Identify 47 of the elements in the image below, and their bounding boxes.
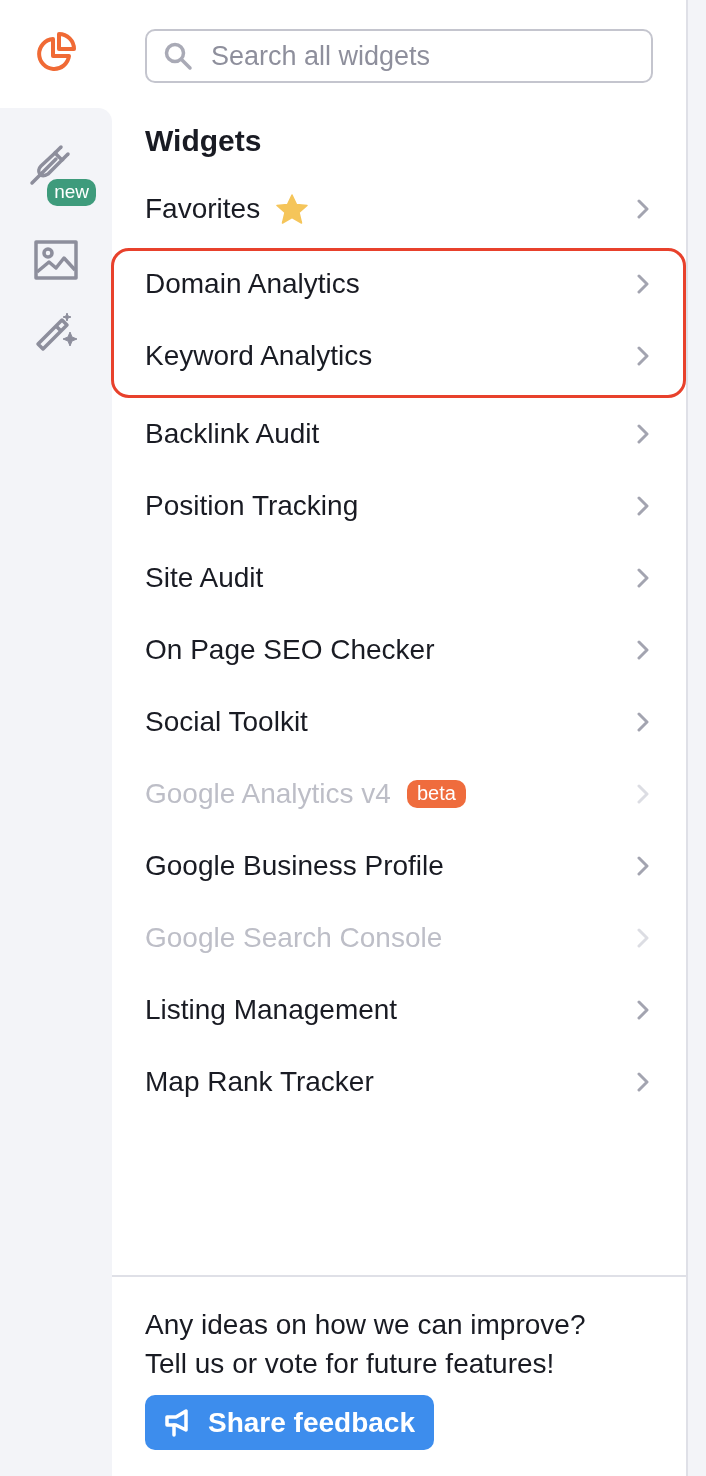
widget-category-item[interactable]: Favorites: [112, 173, 686, 245]
item-label: Map Rank Tracker: [145, 1066, 374, 1098]
widget-category-item[interactable]: Position Tracking: [112, 470, 686, 542]
item-label: Position Tracking: [145, 490, 359, 522]
chevron-right-icon: [637, 640, 649, 660]
item-label: Domain Analytics: [145, 268, 360, 300]
chevron-right-icon: [637, 199, 649, 219]
chevron-right-icon: [637, 928, 649, 948]
chevron-right-icon: [637, 1000, 649, 1020]
feedback-prompt: Any ideas on how we can improve? Tell us or vote for future features!: [145, 1308, 587, 1381]
widget-category-item[interactable]: Google Business Profile: [112, 830, 686, 902]
chevron-right-icon: [637, 1072, 649, 1092]
item-label: Keyword Analytics: [145, 340, 373, 372]
item-label: Favorites: [145, 193, 261, 225]
chevron-right-icon: [637, 856, 649, 876]
item-label: Backlink Audit: [145, 418, 320, 450]
item-label: Google Analytics v4: [145, 778, 391, 810]
chevron-right-icon: [637, 568, 649, 588]
widget-category-item[interactable]: Listing Management: [112, 974, 686, 1046]
image-icon: [34, 240, 78, 280]
magic-wand-icon: [34, 310, 78, 354]
search-icon: [163, 41, 193, 71]
megaphone-icon: [164, 1407, 190, 1438]
item-label: Social Toolkit: [145, 706, 308, 738]
widget-category-item[interactable]: Domain Analytics: [114, 251, 683, 317]
star-icon: [276, 194, 309, 224]
widget-category-item[interactable]: Map Rank Tracker: [112, 1046, 686, 1118]
item-label: Site Audit: [145, 562, 264, 594]
chevron-right-icon: [637, 346, 649, 366]
item-label: Google Business Profile: [145, 850, 444, 882]
item-label: On Page SEO Checker: [145, 634, 435, 666]
beta-badge: beta: [406, 780, 466, 808]
widget-category-item[interactable]: Keyword Analytics: [114, 317, 683, 395]
item-label: Google Search Console: [145, 922, 443, 954]
chevron-right-icon: [637, 496, 649, 516]
new-badge: new: [47, 179, 96, 206]
chevron-right-icon: [637, 274, 649, 294]
item-label: Listing Management: [145, 994, 398, 1026]
widget-category-item[interactable]: Site Audit: [112, 542, 686, 614]
chevron-right-icon: [637, 784, 649, 804]
section-heading: Widgets: [145, 123, 263, 159]
chevron-right-icon: [637, 424, 649, 444]
widget-category-item[interactable]: Backlink Audit: [112, 398, 686, 470]
widget-category-item[interactable]: On Page SEO Checker: [112, 614, 686, 686]
search-field[interactable]: Search all widgets: [145, 29, 653, 83]
chevron-right-icon: [637, 712, 649, 732]
widget-category-item[interactable]: Social Toolkit: [112, 686, 686, 758]
